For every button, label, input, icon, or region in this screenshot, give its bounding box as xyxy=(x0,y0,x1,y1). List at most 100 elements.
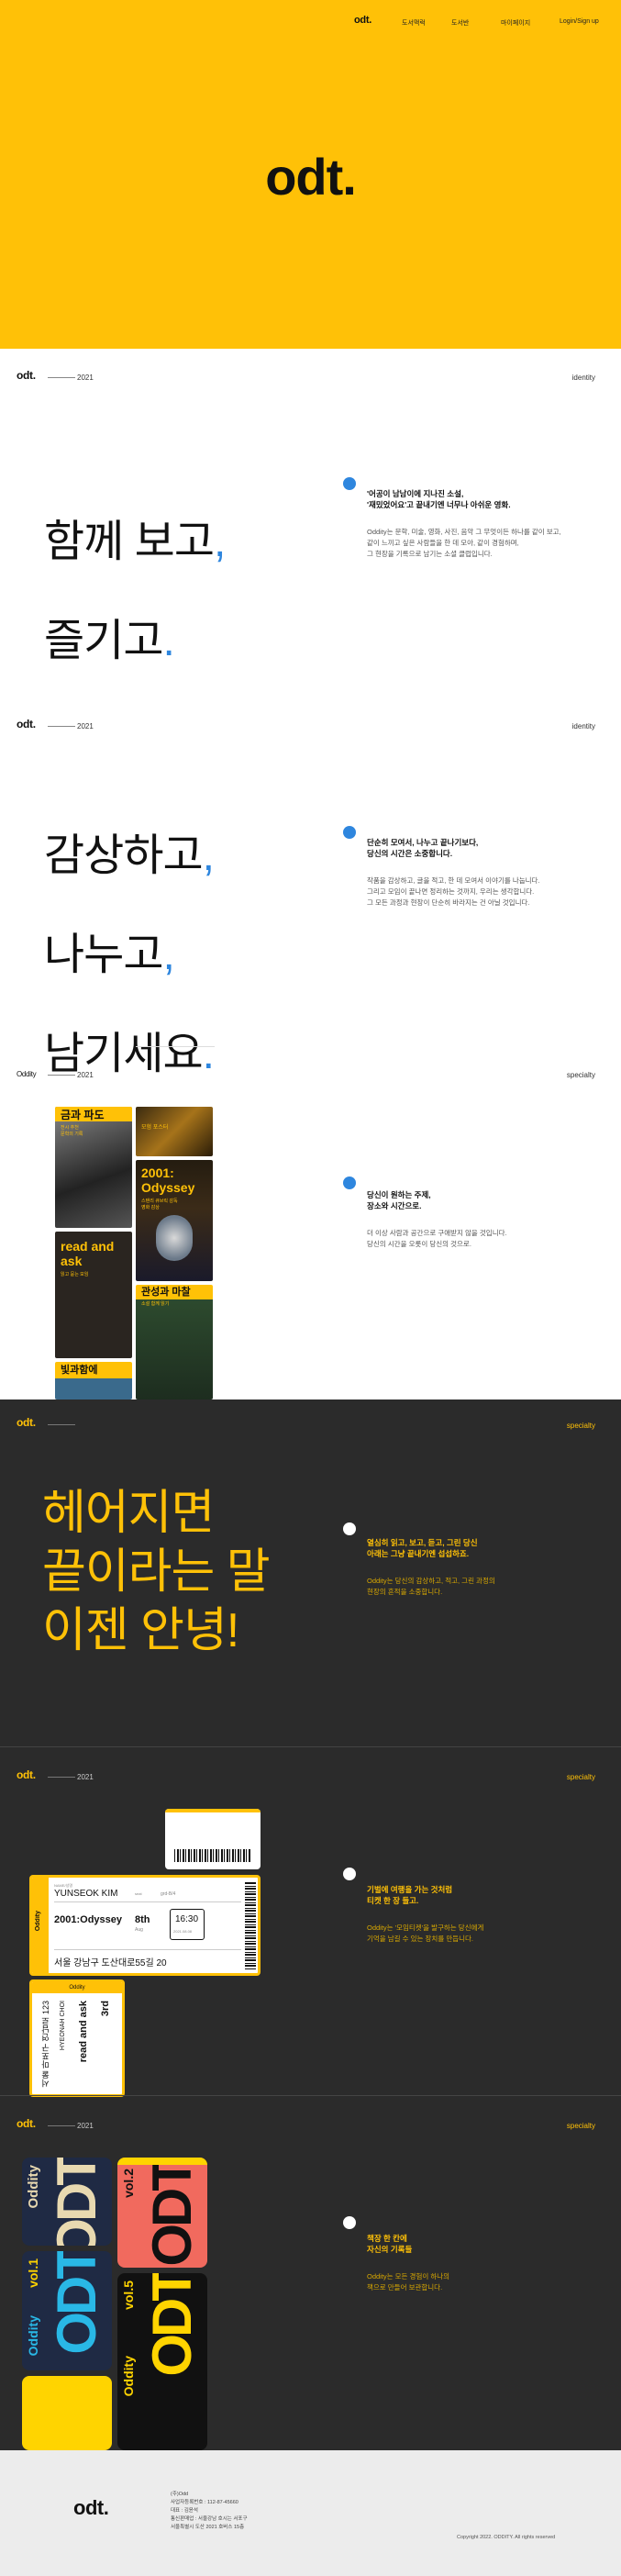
lead-text: 당신이 원하는 주제, 장소와 시간으로. xyxy=(367,1190,431,1210)
book-cover[interactable]: 2001: Odyssey 스탠리 큐브릭 감독 영화 감상 xyxy=(136,1160,213,1281)
zine-vol: vol.1 xyxy=(26,2258,40,2288)
book-title: 관성과 마찰 xyxy=(141,1287,191,1298)
body-text: Oddity는 당신의 감상하고, 적고, 그린 과정의 현장의 흔적을 소중합… xyxy=(367,1577,495,1596)
section-logo: odt. xyxy=(17,718,36,730)
section-line xyxy=(48,726,75,727)
white-dot-icon xyxy=(343,1522,356,1535)
blue-dot-icon xyxy=(343,826,356,839)
headline-line-2: 나누고 xyxy=(44,931,163,979)
section-tag: specialty xyxy=(566,1422,595,1430)
headline-comma: , xyxy=(213,518,226,566)
main-ticket[interactable]: Oddity NAME/성명 YUNSEOK KIM seat grd-B/4 … xyxy=(29,1875,261,1976)
white-dot-icon xyxy=(343,1868,356,1880)
book-sub: 스탠리 큐브릭 감독 영화 감상 xyxy=(141,1199,178,1210)
body-text: Oddity는 '모임티켓'을 발구하는 당신에게 기억을 남길 수 있는 장치… xyxy=(367,1924,484,1943)
section-line xyxy=(48,377,75,378)
zine-cover[interactable]: Oddity ODT xyxy=(22,2158,112,2246)
headline-comma-2: , xyxy=(162,931,174,979)
section-logo: odt. xyxy=(17,1768,36,1781)
lead-text: 단순히 모여서, 나누고 끝나기보다, 당신의 시간은 소중합니다. xyxy=(367,838,479,858)
lead-text: 열심히 읽고, 보고, 듣고, 그린 당신 아래는 그냥 끝내기엔 섭섭하죠. xyxy=(367,1538,478,1558)
section-tag: identity xyxy=(571,374,595,382)
book-title: read and ask xyxy=(61,1239,115,1268)
astronaut-image xyxy=(156,1215,193,1261)
ticket-brand: Oddity xyxy=(35,1911,41,1932)
book-title: 빛과함에 xyxy=(61,1365,98,1376)
gate-label: grd-B/4 xyxy=(161,1891,176,1897)
blue-dot-icon xyxy=(343,477,356,490)
section-logo: odt. xyxy=(17,2117,36,2130)
section-logo: odt. xyxy=(17,369,36,382)
headline: 함께 보고, 즐기고. xyxy=(44,468,226,666)
section-year: 2021 xyxy=(77,2122,94,2130)
ticket-month: Aug xyxy=(135,1927,143,1933)
ticket-movie: 2001:Odyssey xyxy=(54,1914,122,1925)
ticket-code: 2021.08.08 xyxy=(173,1929,193,1934)
zine-brand: Oddity xyxy=(121,2356,136,2397)
zine-cover[interactable]: vol.5 ODT Oddity xyxy=(117,2273,207,2450)
zine-vol: vol.5 xyxy=(121,2280,136,2310)
ticket-num: 3rd xyxy=(100,2001,111,2017)
ticket-title: read and ask xyxy=(78,2001,89,2063)
copyright: Copyright 2022. ODDITY. All rights reser… xyxy=(457,2535,556,2540)
nav-link-1[interactable]: 도서맥럭 xyxy=(402,18,426,28)
section-tag: specialty xyxy=(566,2122,595,2130)
section-line xyxy=(48,2125,75,2126)
book-sub: 소설 함께 읽기 xyxy=(141,1301,170,1307)
book-cover[interactable]: 모험 포스터 xyxy=(136,1107,213,1156)
second-ticket[interactable]: Oddity 서울 마포구 연남로 123 HYEONAH CHOI read … xyxy=(29,1979,125,2097)
hero-logo: odt. xyxy=(265,148,357,206)
headline-comma-1: , xyxy=(202,831,215,880)
book-sub: 모험 포스터 xyxy=(141,1125,169,1131)
zine-cover[interactable]: vol.2 ODT xyxy=(117,2158,207,2268)
specialty-section-dark-1: odt. specialty 헤어지면 끝이라는 말 이젠 안녕! 열심히 읽고… xyxy=(0,1400,621,1748)
ticket-stub[interactable] xyxy=(165,1809,261,1869)
section-year: 2021 xyxy=(77,722,94,730)
barcode-icon xyxy=(174,1849,251,1862)
blue-dot-icon xyxy=(343,1176,356,1189)
book-cover[interactable]: read and ask 읽고 묻는 모임 xyxy=(55,1232,132,1358)
nav-logo[interactable]: odt. xyxy=(354,15,371,26)
book-cover[interactable]: 금과 파도 전시 추천 문학의 기록 xyxy=(55,1107,132,1228)
book-cover[interactable]: 관성과 마찰 소설 함께 읽기 xyxy=(136,1285,213,1400)
section-year: 2021 xyxy=(77,374,94,382)
book-cover[interactable]: 빛과함에 xyxy=(55,1362,132,1400)
zine-cover[interactable]: vol.1 ODT Oddity xyxy=(22,2251,112,2370)
ticket-place: 서울 마포구 연남로 123 xyxy=(41,2001,50,2088)
lead-text: 책장 한 칸에 자신의 기록들 xyxy=(367,2234,413,2254)
footer: odt. (주)Odd 사업자등록번호 : 112-87-45660 대표 : … xyxy=(0,2450,621,2576)
section-line xyxy=(48,1075,75,1076)
specialty-section-zines: odt. 2021 specialty Oddity ODT vol.2 ODT… xyxy=(0,2097,621,2450)
section-tag: identity xyxy=(571,722,595,730)
nav-link-3[interactable]: 마이페이지 xyxy=(501,18,530,28)
hero-section: odt. 도서맥럭 도서반 마이페이지 Login/Sign up odt. xyxy=(0,0,621,349)
body-text: Oddity는 문학, 미술, 영화, 사진, 음악 그 무엇이든 하나를 같이… xyxy=(367,528,561,558)
lead-text: '어공이 남남이에 지나진 소설, '재밌었어요'고 끝내기엔 너무나 아쉬운 … xyxy=(367,489,511,509)
zine-cover[interactable] xyxy=(22,2376,112,2450)
section-line xyxy=(48,1777,75,1778)
ticket-name: YUNSEOK KIM xyxy=(54,1889,118,1899)
headline-line-1: 감상하고 xyxy=(44,831,204,880)
headline: 감상하고, 나누고, 남기세요. xyxy=(44,782,215,1079)
identity-section-2: odt. 2021 identity 감상하고, 나누고, 남기세요. 단순히 … xyxy=(0,697,621,1078)
white-dot-icon xyxy=(343,2216,356,2229)
ticket-brand: Oddity xyxy=(69,1985,85,1991)
footer-info: (주)Odd 사업자등록번호 : 112-87-45660 대표 : 김윤석 통… xyxy=(171,2492,248,2530)
body-text: Oddity는 모든 경험이 하나의 책으로 만들어 보관합니다. xyxy=(367,2272,450,2292)
nav-link-2[interactable]: 도서반 xyxy=(451,18,469,28)
body-text: 더 이상 사람과 공간으로 구애받지 않을 것입니다. 당신의 시간을 오롯이 … xyxy=(367,1229,507,1248)
ticket-name: HYEONAH CHOI xyxy=(60,2001,66,2051)
divider xyxy=(0,1746,621,1747)
zine-big: ODT xyxy=(46,2158,107,2246)
section-logo: Oddity xyxy=(17,1070,37,1078)
zine-big: ODT xyxy=(46,2251,107,2355)
barcode-icon xyxy=(245,1881,256,1969)
login-link[interactable]: Login/Sign up xyxy=(560,18,599,25)
book-sub: 읽고 묻는 모임 xyxy=(61,1272,89,1277)
ticket-time: 16:30 xyxy=(175,1914,199,1924)
footer-logo[interactable]: odt. xyxy=(73,2496,109,2520)
zine-big: ODT xyxy=(141,2273,203,2377)
body-text: 작품을 감상하고, 글을 적고, 한 데 모여서 이야기를 나눕니다. 그리고 … xyxy=(367,876,540,907)
headline-period: . xyxy=(162,617,174,665)
specialty-section-ticket: odt. 2021 specialty Oddity NAME/성명 YUNSE… xyxy=(0,1748,621,2097)
